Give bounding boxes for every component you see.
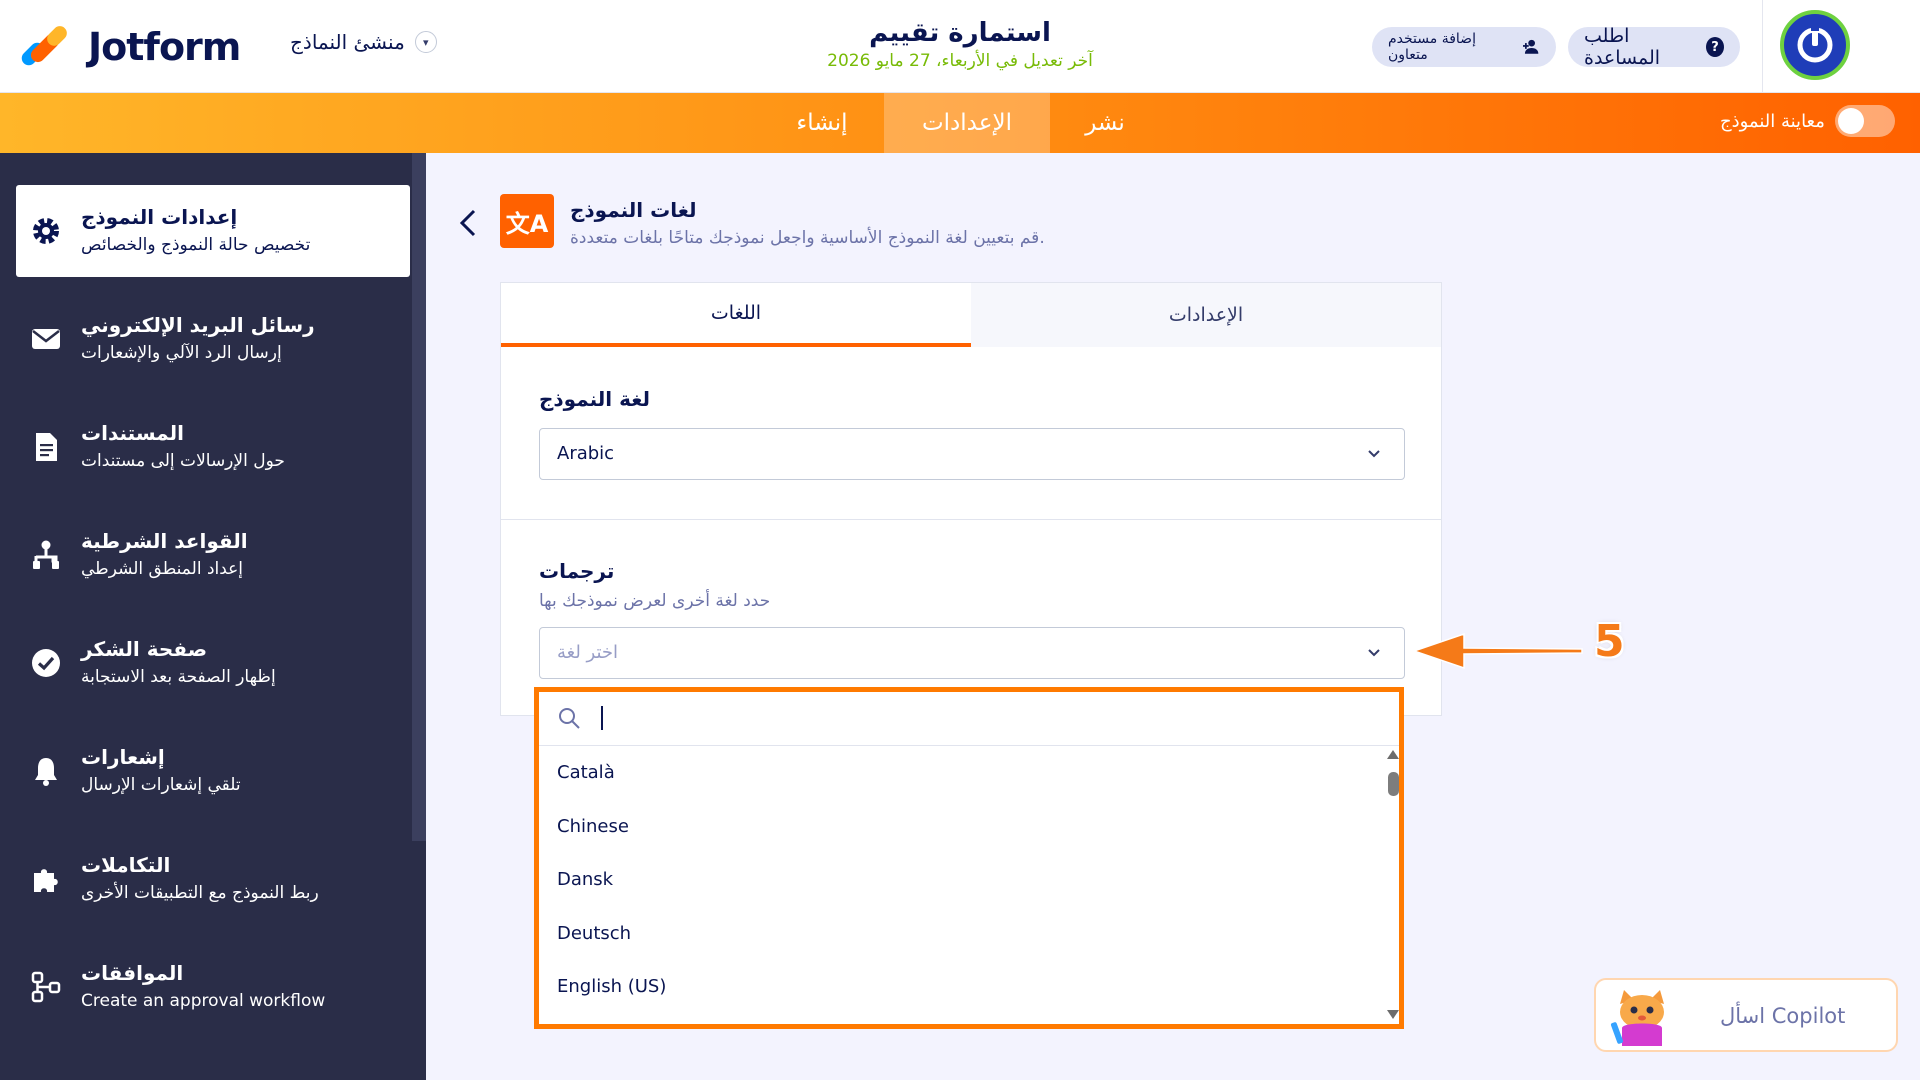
add-collaborator-button[interactable]: إضافة مستخدم متعاون — [1372, 27, 1556, 67]
tab-settings[interactable]: الإعدادات — [884, 93, 1050, 153]
envelope-icon — [32, 329, 60, 349]
help-label: اطلب المساعدة — [1584, 25, 1661, 69]
workflow-icon — [31, 971, 61, 1003]
page-description: قم بتعيين لغة النموذج الأساسية واجعل نمو… — [570, 228, 1045, 248]
step-number: 5 — [1594, 616, 1625, 667]
sidebar-item-conditions[interactable]: القواعد الشرطية إعداد المنطق الشرطي — [16, 509, 410, 601]
sidebar-item-emails[interactable]: رسائل البريد الإلكتروني إرسال الرد الآلي… — [16, 293, 410, 385]
text-caret — [601, 706, 603, 730]
tab-languages[interactable]: اللغات — [501, 283, 971, 347]
form-language-label: لغة النموذج — [539, 387, 651, 411]
add-user-icon — [1522, 39, 1539, 54]
sidebar-item-title: المستندات — [81, 421, 184, 445]
gear-icon — [33, 218, 59, 244]
sidebar-item-integrations[interactable]: التكاملات ربط النموذج مع التطبيقات الأخر… — [16, 833, 410, 925]
main-navbar: نشر الإعدادات إنشاء معاينة النموذج — [0, 93, 1920, 153]
chevron-down-icon: ▾ — [414, 31, 437, 53]
preview-label: معاينة النموذج — [1720, 110, 1825, 132]
back-chevron-icon[interactable] — [456, 208, 480, 238]
form-preview-toggle[interactable]: معاينة النموذج — [1720, 105, 1895, 137]
sidebar-item-desc: تخصيص حالة النموذج والخصائص — [81, 235, 311, 255]
sidebar-item-title: إشعارات — [81, 745, 165, 769]
check-circle-icon — [32, 649, 60, 677]
search-icon — [559, 708, 580, 729]
language-option-english-us[interactable]: English (US) — [557, 976, 666, 997]
translate-icon: 文A — [500, 194, 554, 248]
language-option-deutsch[interactable]: Deutsch — [557, 923, 631, 944]
sidebar-item-form-settings[interactable]: إعدادات النموذج تخصيص حالة النموذج والخص… — [16, 185, 410, 277]
tab-publish[interactable]: نشر — [1050, 93, 1160, 153]
copilot-mascot-icon — [1610, 990, 1664, 1046]
document-icon — [36, 433, 57, 461]
bell-icon — [35, 758, 57, 786]
language-search-input[interactable] — [539, 692, 1399, 746]
logo-text: Jotform — [88, 25, 241, 69]
power-icon — [1797, 27, 1833, 63]
scroll-down-arrow[interactable] — [1387, 1010, 1399, 1019]
sidebar-item-title: رسائل البريد الإلكتروني — [81, 313, 315, 337]
sidebar-item-notifications[interactable]: إشعارات تلقي إشعارات الإرسال — [16, 725, 410, 817]
sidebar-item-desc: حول الإرسالات إلى مستندات — [81, 451, 285, 471]
annotation-arrow — [1412, 632, 1583, 670]
sidebar-item-approvals[interactable]: الموافقات Create an approval workflow — [16, 941, 410, 1033]
sidebar-item-desc: ربط النموذج مع التطبيقات الأخرى — [81, 883, 319, 903]
translations-select[interactable]: اختر لغة — [539, 627, 1405, 679]
card-divider — [501, 519, 1441, 520]
tab-card-settings[interactable]: الإعدادات — [971, 283, 1441, 347]
ask-copilot-button[interactable]: اسأل Copilot — [1594, 978, 1898, 1052]
form-language-select[interactable]: Arabic — [539, 428, 1405, 480]
settings-sidebar: إعدادات النموذج تخصيص حالة النموذج والخص… — [0, 153, 426, 1080]
form-language-value: Arabic — [557, 443, 615, 464]
translations-label: ترجمات — [539, 559, 615, 583]
form-builder-menu[interactable]: منشئ النماذج ▾ — [290, 30, 437, 54]
sidebar-item-title: إعدادات النموذج — [81, 205, 238, 229]
card-tabs: اللغات الإعدادات — [501, 283, 1441, 347]
chevron-down-icon — [1368, 450, 1380, 458]
tab-build[interactable]: إنشاء — [760, 93, 884, 153]
sidebar-item-desc: Create an approval workflow — [81, 991, 326, 1011]
dropdown-scrollbar-thumb[interactable] — [1388, 772, 1399, 796]
puzzle-icon — [34, 869, 58, 892]
get-help-button[interactable]: اطلب المساعدة ? — [1568, 25, 1740, 69]
sidebar-item-title: القواعد الشرطية — [81, 529, 248, 553]
translations-help: حدد لغة أخرى لعرض نموذجك بها — [539, 591, 771, 611]
preview-switch[interactable] — [1834, 105, 1895, 137]
avatar[interactable] — [1780, 10, 1850, 80]
jotform-logo-icon — [18, 23, 70, 69]
builder-label: منشئ النماذج — [290, 30, 405, 54]
sidebar-item-desc: تلقي إشعارات الإرسال — [81, 775, 241, 795]
language-option-dansk[interactable]: Dansk — [557, 869, 613, 890]
sidebar-item-thank-you-page[interactable]: صفحة الشكر إظهار الصفحة بعد الاستجابة — [16, 617, 410, 709]
sidebar-item-desc: إعداد المنطق الشرطي — [81, 559, 244, 579]
language-option-chinese[interactable]: Chinese — [557, 816, 629, 837]
form-languages-card: اللغات الإعدادات لغة النموذج Arabic ترجم… — [500, 282, 1442, 716]
sidebar-item-title: التكاملات — [81, 853, 171, 877]
sidebar-item-desc: إرسال الرد الآلي والإشعارات — [81, 343, 282, 363]
sidebar-item-title: الموافقات — [81, 961, 184, 985]
sidebar-scrollbar[interactable] — [412, 153, 426, 841]
scroll-up-arrow[interactable] — [1387, 750, 1399, 759]
translations-placeholder: اختر لغة — [557, 642, 619, 663]
page-title: لغات النموذج — [570, 198, 697, 222]
conditions-icon — [33, 540, 59, 569]
header-divider — [1762, 0, 1763, 93]
sidebar-item-desc: إظهار الصفحة بعد الاستجابة — [81, 667, 276, 687]
language-option-catala[interactable]: Català — [557, 762, 615, 783]
form-title[interactable]: استمارة تقييم — [700, 18, 1220, 48]
jotform-logo[interactable]: Jotform — [18, 22, 241, 72]
chevron-down-icon — [1368, 649, 1380, 657]
language-dropdown: Català Chinese Dansk Deutsch English (US… — [534, 687, 1404, 1029]
copilot-label: اسأل Copilot — [1720, 1004, 1846, 1028]
sidebar-item-documents[interactable]: المستندات حول الإرسالات إلى مستندات — [16, 401, 410, 493]
top-header: Jotform منشئ النماذج ▾ استمارة تقييم آخر… — [0, 0, 1920, 93]
sidebar-item-title: صفحة الشكر — [81, 637, 208, 661]
question-icon: ? — [1706, 37, 1724, 57]
last-edited-text: آخر تعديل في الأربعاء، 27 مايو 2026 — [827, 51, 1093, 71]
collab-label: إضافة مستخدم متعاون — [1388, 31, 1476, 63]
